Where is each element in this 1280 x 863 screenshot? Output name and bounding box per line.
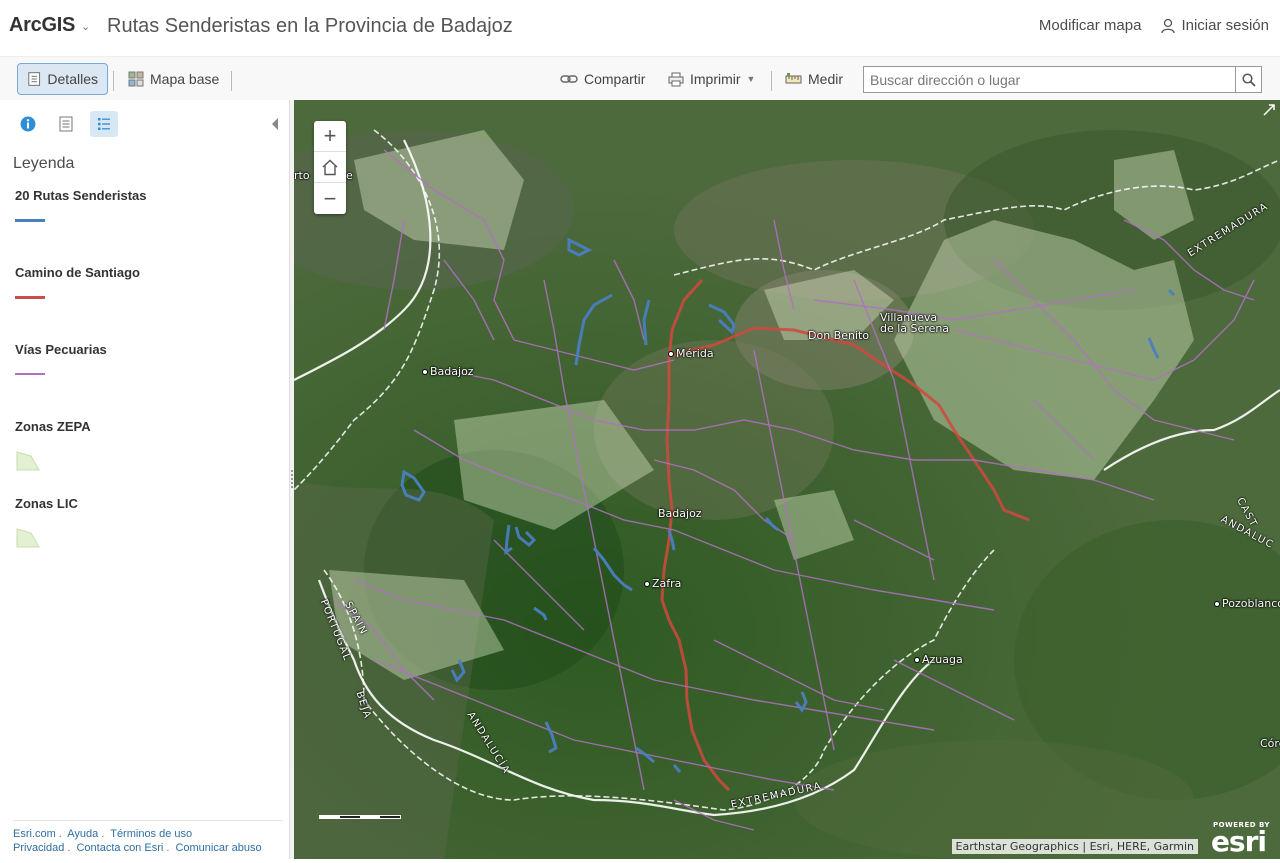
print-button[interactable]: Imprimir ▼ [659, 63, 764, 95]
home-button[interactable] [314, 152, 346, 183]
legend-item-zepa: Zonas ZEPA [15, 419, 91, 477]
home-icon [322, 159, 338, 175]
contact-link[interactable]: Contacta con Esri [76, 842, 163, 854]
chevron-down-icon: ⌄ [81, 21, 90, 33]
content-tab[interactable] [52, 111, 80, 137]
print-label: Imprimir [690, 71, 741, 87]
legend-label: Camino de Santiago [15, 265, 140, 280]
measure-button[interactable]: Medir [776, 63, 852, 95]
map-title: Rutas Senderistas en la Provincia de Bad… [107, 15, 513, 37]
details-icon [28, 72, 41, 86]
help-link[interactable]: Ayuda [67, 828, 98, 840]
place-label: e [346, 169, 353, 182]
about-tab[interactable] [14, 111, 42, 137]
side-panel: Leyenda 20 Rutas Senderistas Camino de S… [6, 100, 290, 859]
basemap-label: Mapa base [150, 71, 220, 87]
arcgis-menu[interactable]: ArcGIS ⌄ [9, 14, 90, 37]
fullscreen-icon[interactable] [1262, 103, 1276, 122]
legend-line-symbol [15, 296, 140, 299]
collapse-panel-icon[interactable] [272, 117, 279, 135]
caret-down-icon: ▼ [746, 74, 756, 84]
legend-label: Zonas ZEPA [15, 419, 91, 434]
satellite-basemap [294, 100, 1280, 859]
report-abuse-link[interactable]: Comunicar abuso [175, 842, 261, 854]
place-label: rto [294, 169, 310, 182]
sign-in-link[interactable]: Iniciar sesión [1161, 17, 1269, 34]
place-label: Córd [1260, 737, 1280, 750]
footer-links: Esri.com. Ayuda. Términos de uso Privaci… [13, 820, 283, 855]
place-label: Zafra [644, 578, 681, 589]
details-button[interactable]: Detalles [17, 63, 108, 95]
search-box [863, 66, 1262, 93]
legend-label: Vías Pecuarias [15, 342, 107, 357]
legend-label: 20 Rutas Senderistas [15, 188, 147, 203]
map-view[interactable]: Badajoz Mérida Badajoz Don Benito Villan… [294, 100, 1280, 859]
zoom-controls: + − [314, 121, 346, 214]
legend-icon [98, 118, 110, 130]
terms-link[interactable]: Términos de uso [110, 828, 192, 840]
place-label: Badajoz [658, 507, 702, 520]
privacy-link[interactable]: Privacidad [13, 842, 64, 854]
search-icon [1241, 72, 1256, 87]
search-input[interactable] [864, 67, 1235, 92]
ruler-icon [785, 73, 802, 84]
legend-line-symbol [15, 219, 147, 222]
place-label: Pozoblanco [1214, 598, 1280, 609]
arcgis-logo: ArcGIS [9, 14, 76, 36]
content-list-icon [59, 116, 73, 132]
share-label: Compartir [584, 71, 646, 87]
legend-polygon-symbol [15, 527, 78, 554]
user-icon [1161, 18, 1176, 33]
esri-link[interactable]: Esri.com [13, 828, 56, 840]
place-label: Don Benito [808, 329, 870, 342]
scale-bar [319, 815, 401, 819]
app-header: ArcGIS ⌄ Rutas Senderistas en la Provinc… [0, 0, 1280, 56]
legend-tab[interactable] [90, 111, 118, 137]
legend-polygon-symbol [15, 450, 91, 477]
measure-label: Medir [808, 71, 844, 87]
place-label: Mérida [668, 348, 714, 359]
zoom-out-button[interactable]: − [314, 183, 346, 214]
details-label: Detalles [47, 71, 98, 87]
legend-line-symbol [15, 373, 107, 375]
legend-item-lic: Zonas LIC [15, 496, 78, 554]
legend-item-vias: Vías Pecuarias [15, 342, 107, 375]
share-button[interactable]: Compartir [551, 63, 654, 95]
basemap-icon [128, 71, 144, 87]
link-icon [560, 75, 578, 83]
place-label: Badajoz [422, 366, 474, 377]
esri-logo[interactable]: POWERED BY esri [1208, 821, 1280, 856]
toolbar: Detalles Mapa base Compartir Imprimir ▼ [0, 56, 1280, 100]
legend-heading: Leyenda [13, 155, 75, 172]
printer-icon [668, 72, 684, 86]
legend-label: Zonas LIC [15, 496, 78, 511]
search-button[interactable] [1235, 67, 1261, 92]
place-label: Azuaga [914, 654, 963, 665]
info-icon [20, 116, 36, 132]
zoom-in-button[interactable]: + [314, 121, 346, 152]
legend-item-camino: Camino de Santiago [15, 265, 140, 299]
basemap-button[interactable]: Mapa base [119, 63, 228, 95]
modify-map-link[interactable]: Modificar mapa [1039, 17, 1142, 34]
place-label: de la Serena [880, 322, 950, 335]
map-attribution: Earthstar Geographics | Esri, HERE, Garm… [951, 839, 1198, 854]
legend-item-rutas: 20 Rutas Senderistas [15, 188, 147, 222]
sign-in-label: Iniciar sesión [1181, 17, 1269, 34]
